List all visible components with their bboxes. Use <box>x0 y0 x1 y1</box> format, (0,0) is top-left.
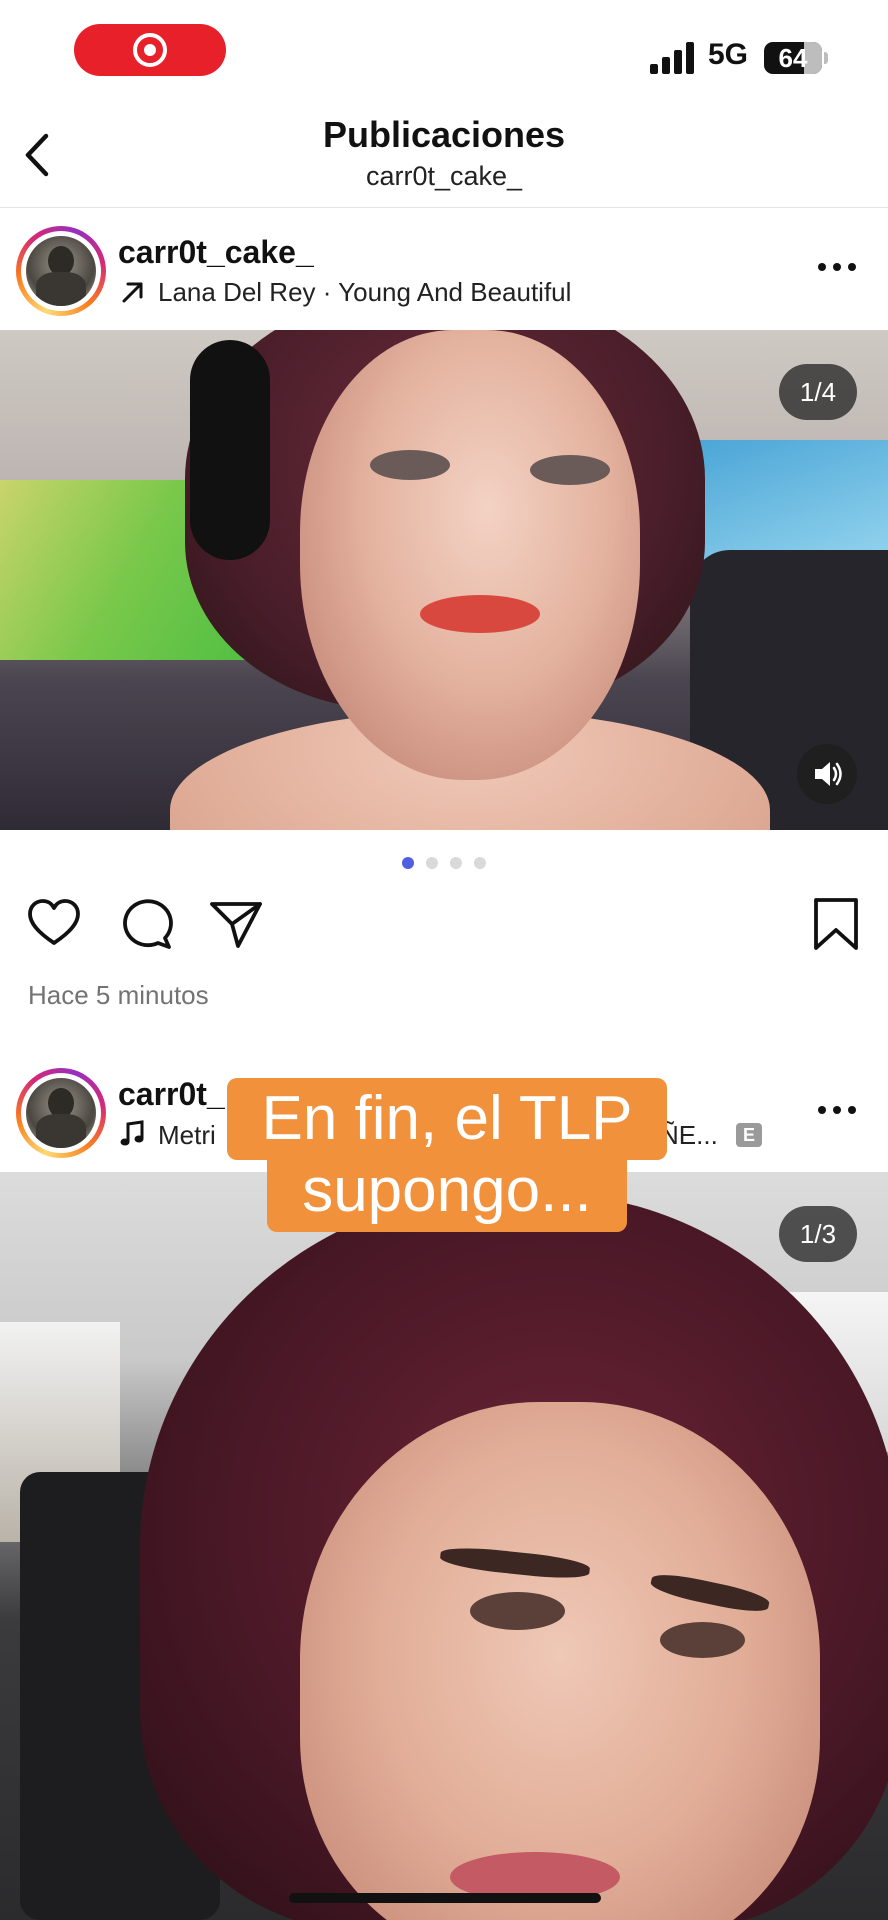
slide-counter: 1/4 <box>779 364 857 420</box>
battery-icon: 64 <box>764 42 822 74</box>
post-media[interactable] <box>0 330 888 830</box>
bookmark-icon[interactable] <box>808 896 864 952</box>
post-media[interactable] <box>0 1172 888 1920</box>
caption-overlay: En fin, el TLP supongo... <box>227 1078 667 1232</box>
slide-counter: 1/3 <box>779 1206 857 1262</box>
page-subtitle: carr0t_cake_ <box>365 161 523 191</box>
music-note-icon <box>120 1120 144 1146</box>
caption-line: En fin, el TLP <box>227 1078 667 1160</box>
carousel-indicator <box>402 857 486 869</box>
battery-cap <box>824 52 828 64</box>
avatar-image <box>26 1078 96 1148</box>
post-username[interactable]: carr0t_cake_ <box>118 234 314 271</box>
caption-line: supongo... <box>267 1150 627 1232</box>
carousel-dot <box>450 857 462 869</box>
arrow-up-right-icon <box>122 282 143 303</box>
music-info-end[interactable]: ÑE... <box>660 1120 718 1151</box>
carousel-dot <box>474 857 486 869</box>
screen-record-icon <box>133 33 167 67</box>
music-info[interactable]: Lana Del Rey · Young And Beautiful <box>158 277 571 308</box>
battery-level: 64 <box>778 43 808 73</box>
post-timestamp: Hace 5 minutos <box>28 980 209 1010</box>
avatar[interactable] <box>16 1068 106 1158</box>
header-divider <box>0 207 888 208</box>
cellular-signal-icon <box>650 42 696 74</box>
avatar-image <box>26 236 96 306</box>
music-info[interactable]: Metri <box>158 1120 216 1151</box>
network-type: 5G <box>708 38 749 71</box>
carousel-dot <box>426 857 438 869</box>
more-horizontal-icon[interactable] <box>818 263 858 273</box>
heart-icon[interactable] <box>26 896 82 952</box>
explicit-badge: E <box>736 1123 762 1147</box>
page-title: Publicaciones <box>322 114 566 155</box>
avatar[interactable] <box>16 226 106 316</box>
speaker-icon[interactable] <box>797 744 857 804</box>
more-horizontal-icon[interactable] <box>818 1106 858 1116</box>
comment-bubble-icon[interactable] <box>118 896 174 952</box>
home-indicator[interactable] <box>289 1893 601 1903</box>
paper-plane-icon[interactable] <box>208 896 264 952</box>
carousel-dot <box>402 857 414 869</box>
post-username[interactable]: carr0t_ <box>118 1076 225 1113</box>
